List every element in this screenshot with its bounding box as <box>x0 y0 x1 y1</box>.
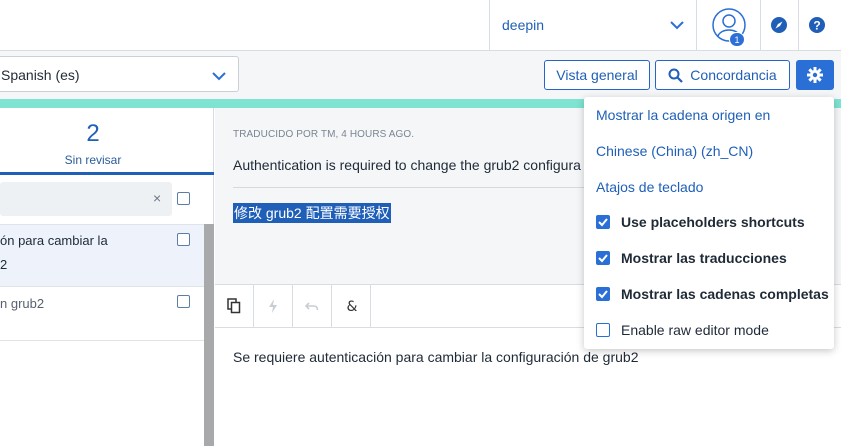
unreviewed-count[interactable]: 2 <box>0 120 186 148</box>
list-item[interactable]: n grub2 <box>0 287 204 341</box>
row-checkbox[interactable] <box>177 233 190 246</box>
checkmark-icon <box>598 254 608 263</box>
option-show-translations[interactable]: Mostrar las traducciones <box>596 249 830 269</box>
list-item-text: n grub2 <box>0 296 45 311</box>
keyboard-shortcuts-link[interactable]: Atajos de teclado <box>596 179 703 195</box>
option-placeholders-shortcuts[interactable]: Use placeholders shortcuts <box>596 213 830 233</box>
option-label: Use placeholders shortcuts <box>621 214 805 230</box>
search-icon <box>668 68 683 83</box>
translation-meta: TRADUCIDO POR TM, 4 HOURS AGO. <box>233 129 415 140</box>
project-selector[interactable]: deepin <box>489 0 697 51</box>
header-divider <box>798 0 799 51</box>
source-locale-link[interactable]: Chinese (China) (zh_CN) <box>596 143 753 159</box>
language-select[interactable]: Spanish (es) <box>0 56 239 92</box>
top-header: deepin 1 ? <box>0 0 841 51</box>
checkmark-icon <box>598 290 608 299</box>
list-item-text: ón para cambiar la <box>0 233 108 248</box>
special-characters-button[interactable]: & <box>332 285 371 328</box>
settings-menu: Mostrar la cadena origen en Chinese (Chi… <box>584 97 834 349</box>
translation-text[interactable]: Se requiere autenticación para cambiar l… <box>233 349 638 365</box>
overview-button[interactable]: Vista general <box>544 60 650 90</box>
app-root: deepin 1 ? Spanish (es) Vista general Co… <box>0 0 841 446</box>
reference-string: 修改 grub2 配置需要授权 <box>233 203 391 223</box>
compass-icon[interactable] <box>770 16 788 34</box>
checkbox-checked[interactable] <box>596 287 610 301</box>
undo-icon <box>305 302 319 311</box>
checkbox-unchecked[interactable] <box>596 323 610 337</box>
active-filter-indicator <box>0 172 214 175</box>
source-string: Authentication is required to change the… <box>233 157 581 173</box>
svg-text:&: & <box>347 299 358 314</box>
copy-icon <box>227 298 241 314</box>
undo-button[interactable] <box>293 285 332 328</box>
language-value: Spanish (es) <box>1 67 80 83</box>
list-item[interactable]: ón para cambiar la 2 <box>0 224 204 287</box>
list-scrollbar[interactable] <box>204 224 214 446</box>
option-label: Mostrar las cadenas completas <box>621 286 829 302</box>
checkbox-checked[interactable] <box>596 215 610 229</box>
option-label: Mostrar las traducciones <box>621 250 787 266</box>
machine-translate-button[interactable] <box>254 285 293 328</box>
unreviewed-label: Sin revisar <box>64 153 122 167</box>
user-avatar-button[interactable]: 1 <box>707 5 751 47</box>
option-label: Enable raw editor mode <box>621 322 769 338</box>
option-raw-editor-mode[interactable]: Enable raw editor mode <box>596 321 830 341</box>
show-source-in-link[interactable]: Mostrar la cadena origen en <box>596 107 770 123</box>
clear-search-icon[interactable]: × <box>153 190 161 206</box>
notification-badge: 1 <box>729 32 745 47</box>
lightning-icon <box>269 299 277 313</box>
concordance-label: Concordancia <box>690 67 777 83</box>
project-name: deepin <box>502 17 545 33</box>
gear-icon <box>807 67 823 83</box>
chevron-down-icon <box>212 72 226 81</box>
chevron-down-icon <box>670 21 684 30</box>
header-divider <box>760 0 761 51</box>
option-show-full-strings[interactable]: Mostrar las cadenas completas <box>596 285 830 305</box>
special-characters-icon: & <box>347 299 358 314</box>
editor-toolbar-row: Spanish (es) Vista general Concordancia <box>0 51 841 99</box>
checkbox-checked[interactable] <box>596 251 610 265</box>
svg-text:?: ? <box>813 19 820 33</box>
search-input[interactable]: × <box>0 182 172 216</box>
row-checkbox[interactable] <box>177 295 190 308</box>
settings-button[interactable] <box>796 60 834 90</box>
list-item-text: 2 <box>0 257 8 272</box>
help-icon[interactable]: ? <box>808 16 826 34</box>
copy-source-button[interactable] <box>215 285 254 328</box>
string-list-panel: 2 Sin revisar × ón para cambiar la 2 n g… <box>0 108 214 446</box>
select-all-checkbox[interactable] <box>177 192 190 205</box>
checkmark-icon <box>598 218 608 227</box>
concordance-button[interactable]: Concordancia <box>655 60 790 90</box>
